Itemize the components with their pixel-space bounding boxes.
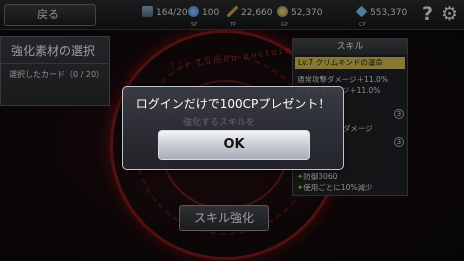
ok-button[interactable]: OK: [158, 130, 310, 160]
login-bonus-dialog: ログインだけで100CPプレゼント！ 強化するスキルを OK: [122, 86, 344, 170]
dialog-message: ログインだけで100CPプレゼント！: [135, 97, 331, 111]
game-screen: ᚠᚢᚦ Lumen nocturna ᚱᚲ 戻る 164/200 100 SP …: [0, 0, 464, 261]
hidden-background-text: 強化するスキルを: [183, 118, 256, 128]
